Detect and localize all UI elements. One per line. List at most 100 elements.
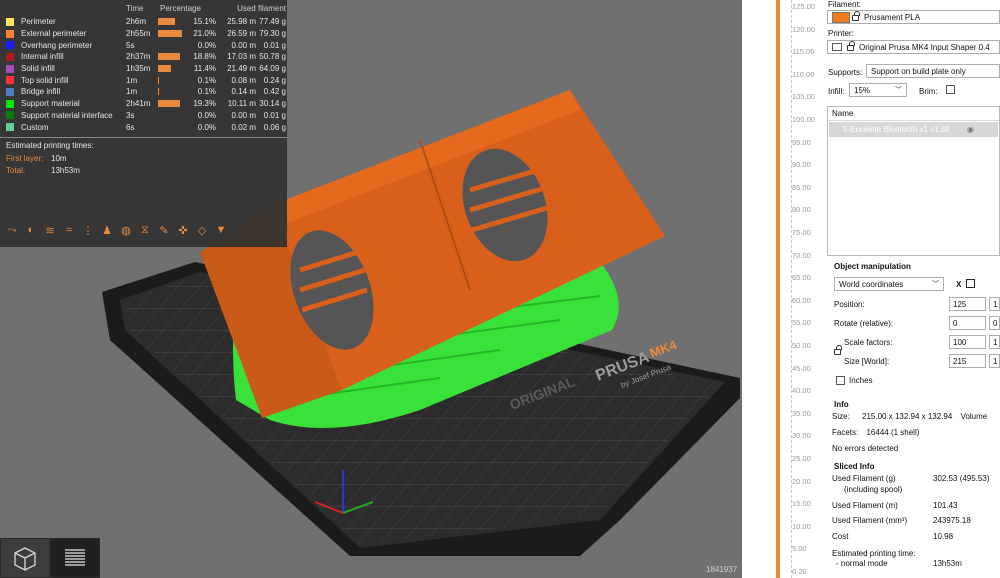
legend-length: 25.98 m — [227, 17, 256, 27]
layer-height-label: 20.00 — [792, 476, 811, 486]
legend-length: 0.02 m — [231, 122, 256, 132]
layer-slider-track[interactable] — [776, 0, 780, 578]
legend-row[interactable]: Top solid infill 1m 0.1% 0.08 m 0.24 g — [0, 74, 287, 86]
custom-gcodes-icon[interactable]: ✎ — [156, 222, 172, 238]
layer-height-label: 125.00 — [792, 2, 815, 11]
shells-icon[interactable]: ◇ — [194, 222, 210, 238]
legend-swatch — [6, 99, 14, 108]
legend-feature: Top solid infill — [0, 76, 126, 85]
seams-icon[interactable]: ⋮ — [80, 222, 96, 238]
layer-height-label: 85.00 — [792, 182, 811, 192]
printer-select[interactable]: Original Prusa MK4 Input Shaper 0.4 — [827, 40, 1000, 54]
view-mode-buttons — [0, 538, 100, 578]
3d-viewport[interactable]: ORIGINAL PRUSA MK4 by Josef Prusa Time P… — [0, 0, 742, 578]
layer-height-label: 65.00 — [792, 273, 811, 283]
legend-rows: Perimeter 2h6m 15.1% 25.98 m 77.49 g External… — [0, 16, 287, 133]
legend-percent: 0.0% — [197, 122, 216, 132]
legend-weight: 79.30 g — [259, 29, 286, 39]
legend-swatch — [6, 87, 14, 96]
color-changes-icon[interactable]: ◍ — [118, 222, 134, 238]
inches-label: Inches — [849, 376, 873, 385]
legend-length: 0.14 m — [231, 87, 256, 97]
legend-col-percentage: Percentage — [160, 3, 201, 13]
est-mode-label: - normal mode — [836, 559, 888, 568]
legend-length: 17.03 m — [227, 52, 256, 62]
center-of-gravity-icon[interactable]: ✜ — [175, 222, 191, 238]
legend-row[interactable]: Internal infill 2h37m 18.8% 17.03 m 50.78 g — [0, 51, 287, 63]
errors-text: No errors detected — [832, 444, 899, 453]
legend-feature: External perimeter — [0, 29, 126, 38]
layer-height-label: 80.00 — [792, 205, 811, 215]
legend-bar-cell — [158, 76, 186, 84]
size-x-input[interactable]: 215 — [949, 354, 986, 368]
supports-select[interactable]: Support on build plate only — [866, 64, 1000, 78]
size-label: Size [World]: — [844, 357, 890, 366]
retractions-icon[interactable]: ≋ — [42, 222, 58, 238]
rotate-y-input[interactable]: 0 — [989, 316, 1000, 330]
legend-swatch — [6, 29, 14, 38]
tool-marker-icon[interactable]: ▼ — [213, 222, 229, 238]
facets-value: 16444 (1 shell) — [866, 428, 920, 437]
legend-row[interactable]: Solid infill 1h35m 11.4% 21.49 m 64.09 g — [0, 63, 287, 75]
info-title: Info — [834, 400, 849, 409]
legend-row[interactable]: Support material interface 3s 0.0% 0.00 m 0.… — [0, 110, 287, 122]
cube-icon — [14, 547, 36, 571]
legend-swatch — [6, 111, 14, 120]
legend-weight: 0.24 g — [263, 75, 286, 85]
legend-length: 0.08 m — [231, 75, 256, 85]
estimated-times-title: Estimated printing times: — [6, 140, 94, 150]
legend-percent-bar — [158, 18, 176, 26]
position-y-input[interactable]: 1 — [989, 297, 1000, 311]
coordinates-select[interactable]: World coordinates ﹀ — [834, 277, 944, 291]
lock-icon — [852, 11, 860, 21]
object-list-row[interactable]: 5-Enceinte Bluetooth v1 v1.stl ◉ — [829, 122, 998, 137]
scale-y-input[interactable]: 1 — [989, 335, 1000, 349]
legend-row[interactable]: Support material 2h41m 19.3% 10.11 m 30.14 g — [0, 98, 287, 110]
legend-row[interactable]: Custom 6s 0.0% 0.02 m 0.06 g — [0, 121, 287, 133]
legend-row[interactable]: Bridge infill 1m 0.1% 0.14 m 0.42 g — [0, 86, 287, 98]
layer-slider[interactable]: 125.00 120.00 115.00 110.00 105.00 100.00 95.0… — [742, 0, 822, 578]
deretractions-icon[interactable]: ≈ — [61, 222, 77, 238]
inches-checkbox[interactable] — [836, 376, 845, 385]
layer-height-label: 60.00 — [792, 295, 811, 305]
wipe-icon[interactable]: ◐ — [23, 222, 39, 238]
layer-height-label: 10.00 — [792, 521, 811, 531]
legend-weight: 0.42 g — [263, 87, 286, 97]
est-time-value: 13h53m — [933, 559, 962, 568]
layer-slider-ticks — [791, 0, 792, 578]
drop-to-bed-icon[interactable] — [966, 279, 975, 288]
legend-percent: 0.1% — [197, 87, 216, 97]
legend-feature-name: Bridge infill — [21, 87, 61, 97]
filament-select[interactable]: Prusament PLA — [827, 10, 1000, 24]
legend-row[interactable]: Overhang perimeter 5s 0.0% 0.00 m 0.01 g — [0, 39, 287, 51]
used-mm3-label: Used Filament (mm³) — [832, 516, 908, 525]
3d-view-button[interactable] — [0, 538, 50, 578]
brim-checkbox[interactable] — [946, 85, 955, 94]
tool-changes-icon[interactable]: ♟ — [99, 222, 115, 238]
inches-option[interactable]: Inches — [836, 376, 873, 385]
legend-col-used-filament: Used filament — [237, 3, 286, 13]
object-list[interactable]: Name 5-Enceinte Bluetooth v1 v1.stl ◉ — [827, 106, 1000, 256]
scale-x-input[interactable]: 100 — [949, 335, 986, 349]
preview-view-button[interactable] — [50, 538, 100, 578]
travel-icon[interactable]: ⤳ — [4, 222, 20, 238]
infill-select[interactable]: 15% ﹀ — [849, 83, 907, 97]
infill-value: 15% — [854, 85, 871, 95]
size-y-input[interactable]: 1 — [989, 354, 1000, 368]
layer-height-label: 75.00 — [792, 228, 811, 237]
build-id-text: 1841937 — [706, 565, 738, 574]
position-x-input[interactable]: 125 — [949, 297, 986, 311]
eye-icon[interactable]: ◉ — [967, 125, 974, 134]
layer-height-label: 40.00 — [792, 386, 811, 396]
rotate-x-input[interactable]: 0 — [949, 316, 986, 330]
legend-bar-cell — [158, 53, 186, 61]
legend-row[interactable]: Perimeter 2h6m 15.1% 25.98 m 77.49 g — [0, 16, 287, 28]
legend-time: 1h35m — [126, 64, 151, 74]
legend-weight: 0.06 g — [263, 122, 286, 132]
object-list-col-name: Name — [832, 109, 854, 118]
supports-label: Supports: — [828, 68, 863, 77]
layer-height-label: 0.20 — [792, 567, 807, 576]
scale-lock-icon[interactable] — [834, 345, 842, 355]
pause-prints-icon[interactable]: ⧖ — [137, 222, 153, 238]
legend-row[interactable]: External perimeter 2h55m 21.0% 26.59 m 79.30… — [0, 28, 287, 40]
